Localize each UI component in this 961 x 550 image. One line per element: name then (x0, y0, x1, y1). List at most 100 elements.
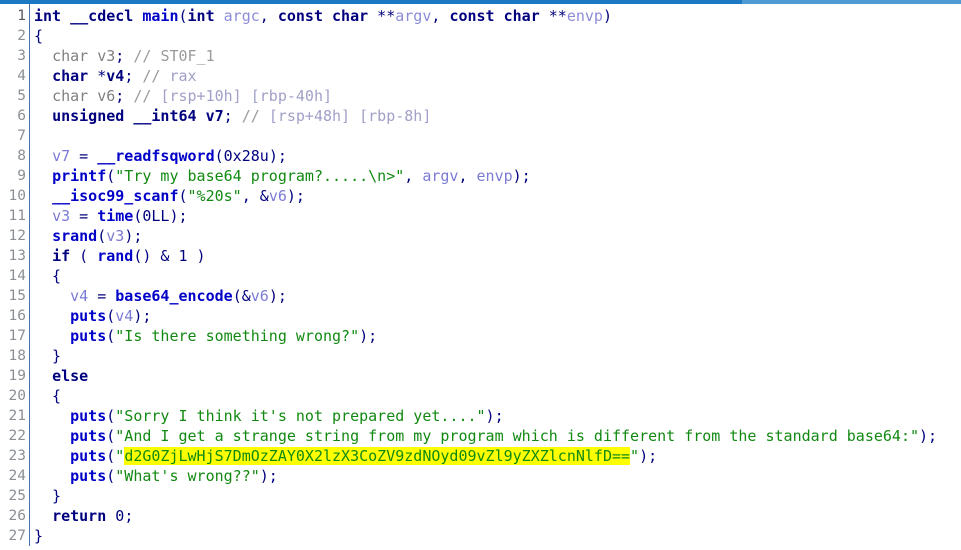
code-line[interactable]: unsigned __int64 v7; // [rsp+48h] [rbp-8… (34, 106, 961, 126)
line-number[interactable]: 6 (0, 106, 29, 126)
line-number[interactable]: 20 (0, 386, 29, 406)
code-line[interactable]: printf("Try my base64 program?.....\n>",… (34, 166, 961, 186)
line-number[interactable]: 27 (0, 526, 29, 546)
line-number[interactable]: 26 (0, 506, 29, 526)
line-number[interactable]: 13 (0, 246, 29, 266)
code-token-plain: ; (115, 47, 125, 65)
code-token-plain: ( (214, 147, 224, 165)
code-line[interactable]: if ( rand() & 1 ) (34, 246, 961, 266)
code-token-num: 1 (178, 247, 188, 265)
code-line[interactable]: { (34, 266, 961, 286)
line-number[interactable]: 14 (0, 266, 29, 286)
line-number[interactable]: 18 (0, 346, 29, 366)
line-number[interactable]: 24 (0, 466, 29, 486)
code-token-plain: ) (602, 7, 612, 25)
code-token-func: puts (70, 427, 107, 445)
line-number[interactable]: 9 (0, 166, 29, 186)
line-number[interactable]: 25 (0, 486, 29, 506)
code-line[interactable]: return 0; (34, 506, 961, 526)
line-number[interactable]: 1 (0, 6, 29, 26)
code-line[interactable]: puts("d2G0ZjLwHjS7DmOzZAY0X2lzX3CoZV9zdN… (34, 446, 961, 466)
code-content[interactable]: int __cdecl main(int argc, const char **… (30, 4, 961, 546)
code-line[interactable]: v7 = __readfsqword(0x28u); (34, 146, 961, 166)
code-token-func: puts (70, 407, 107, 425)
code-token-plain: ; (223, 107, 233, 125)
line-number[interactable]: 5 (0, 86, 29, 106)
code-line[interactable]: char v3; // ST0F_1 (34, 46, 961, 66)
code-line[interactable]: v3 = time(0LL); (34, 206, 961, 226)
code-line[interactable]: char *v4; // rax (34, 66, 961, 86)
code-token-plain: { (34, 387, 62, 405)
code-token-kw: char (332, 7, 369, 25)
code-token-func: time (97, 207, 134, 225)
code-line[interactable]: else (34, 366, 961, 386)
code-token-kw: v7 (205, 107, 224, 125)
code-token-str: " (630, 447, 640, 465)
line-number-gutter[interactable]: 1 2 3 4 5 6 7 8 9 10 11 12 13 14 15 16 17 18 19 20 21 22 23 24 2… (0, 4, 30, 546)
line-number[interactable]: 3 (0, 46, 29, 66)
code-line[interactable]: puts("And I get a strange string from my… (34, 426, 961, 446)
line-number[interactable]: 21 (0, 406, 29, 426)
line-number[interactable]: 17 (0, 326, 29, 346)
code-line[interactable]: srand(v3); (34, 226, 961, 246)
code-token-var: v7 (52, 147, 71, 165)
line-number[interactable]: 16 (0, 306, 29, 326)
code-token-plain: ( (97, 227, 107, 245)
code-token-hl[interactable]: d2G0ZjLwHjS7DmOzZAY0X2lzX3CoZV9zdNOyd09v… (124, 447, 631, 465)
line-number[interactable]: 10 (0, 186, 29, 206)
code-line[interactable]: { (34, 26, 961, 46)
code-token-func: __readfsqword (97, 147, 215, 165)
line-number[interactable]: 19 (0, 366, 29, 386)
code-token-plain: ); (268, 147, 287, 165)
line-number[interactable]: 8 (0, 146, 29, 166)
code-token-plain: (& (232, 287, 251, 305)
code-token-str: " (115, 447, 125, 465)
code-line[interactable]: } (34, 486, 961, 506)
code-line[interactable]: __isoc99_scanf("%20s", &v6); (34, 186, 961, 206)
line-number[interactable]: 11 (0, 206, 29, 226)
code-line[interactable]: { (34, 386, 961, 406)
code-token-type: v6 (97, 87, 116, 105)
code-line[interactable]: } (34, 526, 961, 546)
code-token-str: "Is there something wrong?" (115, 327, 360, 345)
code-token-plain: ); (259, 467, 278, 485)
code-token-plain: = (88, 287, 116, 305)
code-token-type: char (52, 47, 89, 65)
line-number[interactable]: 23 (0, 446, 29, 466)
code-line[interactable]: int __cdecl main(int argc, const char **… (34, 6, 961, 26)
code-token-func: printf (52, 167, 107, 185)
line-number[interactable]: 22 (0, 426, 29, 446)
code-line[interactable]: puts("Is there something wrong?"); (34, 326, 961, 346)
line-number[interactable]: 7 (0, 126, 29, 146)
code-token-arg: argv (395, 7, 432, 25)
line-number[interactable]: 2 (0, 26, 29, 46)
code-line[interactable]: v4 = base64_encode(&v6); (34, 286, 961, 306)
code-line[interactable]: puts("What's wrong??"); (34, 466, 961, 486)
code-line[interactable]: puts(v4); (34, 306, 961, 326)
code-token-cmtref: [rsp+10h] [rbp-40h] (160, 87, 333, 105)
code-token-type: char (52, 87, 89, 105)
code-line[interactable] (34, 126, 961, 146)
code-token-plain: ); (268, 287, 287, 305)
line-number[interactable]: 12 (0, 226, 29, 246)
line-number[interactable]: 4 (0, 66, 29, 86)
line-number[interactable]: 15 (0, 286, 29, 306)
code-line[interactable]: puts("Sorry I think it's not prepared ye… (34, 406, 961, 426)
code-token-kw: char (52, 67, 89, 85)
code-token-num: 0 (115, 507, 125, 525)
code-line[interactable]: } (34, 346, 961, 366)
code-token-plain: ); (359, 327, 378, 345)
code-token-func: puts (70, 327, 107, 345)
code-line[interactable]: char v6; // [rsp+10h] [rbp-40h] (34, 86, 961, 106)
